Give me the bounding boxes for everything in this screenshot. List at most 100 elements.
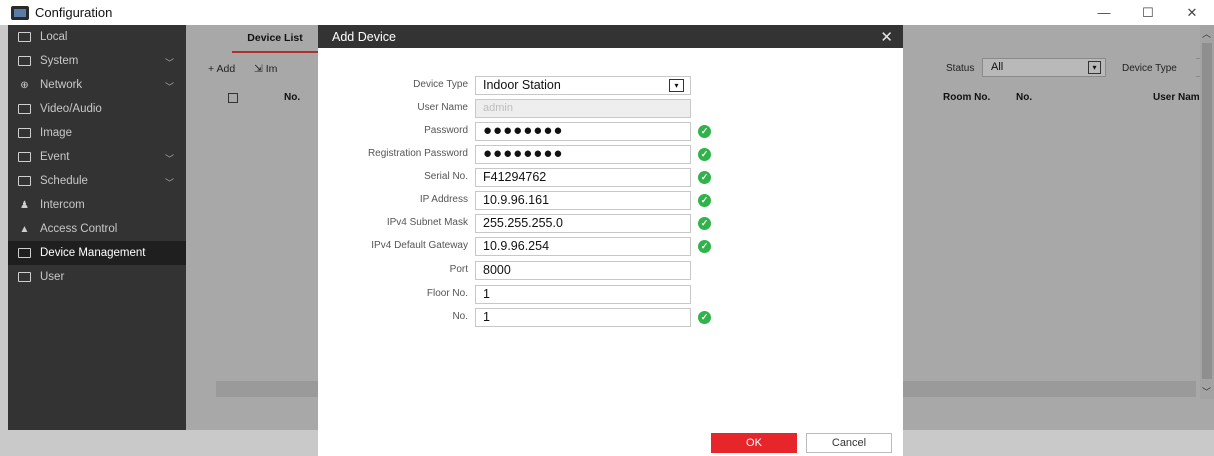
chevron-up-icon[interactable]: ︿ [1202, 27, 1211, 40]
sidebar-item-network[interactable]: ⊕ Network ﹀ [8, 73, 186, 97]
dialog-title: Add Device [332, 29, 396, 44]
check-circle-icon: ✓ [698, 194, 711, 207]
schedule-icon [18, 176, 31, 186]
form-row-ip-address: IP Address 10.9.96.161 ✓ [318, 191, 903, 210]
sidebar-item-label: Event [40, 151, 70, 163]
chevron-down-icon: ﹀ [164, 58, 174, 68]
check-circle-icon: ✓ [698, 311, 711, 324]
screen-icon [18, 56, 31, 66]
cancel-button[interactable]: Cancel [806, 433, 892, 453]
device-type-select[interactable]: Indoor Station ▾ [475, 76, 691, 95]
ip-address-label: IP Address [419, 194, 468, 205]
status-select-value: All [991, 61, 1004, 73]
globe-icon: ⊕ [20, 79, 29, 91]
chevron-down-icon: ﹀ [164, 154, 174, 164]
registration-password-label: Registration Password [367, 148, 468, 159]
chevron-down-icon: ▾ [669, 79, 684, 92]
form-row-serial-no: Serial No. F41294762 ✓ [318, 168, 903, 187]
no-field[interactable]: 1 [475, 308, 691, 327]
monitor-icon [18, 272, 31, 282]
sidebar-item-label: Schedule [40, 175, 88, 187]
user-name-label: User Name [417, 102, 468, 113]
device-type-filter-label: Device Type [1122, 63, 1177, 74]
image-icon [18, 128, 31, 138]
column-no: No. [284, 92, 301, 103]
import-button[interactable]: ⇲ Im [254, 63, 277, 75]
user-name-field: admin [475, 99, 691, 118]
sidebar-item-event[interactable]: Event ﹀ [8, 145, 186, 169]
ok-button[interactable]: OK [711, 433, 797, 453]
device-type-value: Indoor Station [483, 78, 561, 92]
tab-device-list[interactable]: Device List [232, 25, 318, 53]
close-icon[interactable]: ✕ [880, 28, 893, 46]
password-field[interactable]: ●●●●●●●● [475, 122, 691, 141]
check-circle-icon: ✓ [698, 125, 711, 138]
add-device-dialog: Add Device ✕ Device Type Indoor Station … [318, 25, 903, 456]
window-title: Configuration [35, 5, 113, 20]
form-row-subnet-mask: IPv4 Subnet Mask 255.255.255.0 ✓ [318, 214, 903, 233]
minimize-button[interactable]: — [1082, 0, 1126, 25]
floor-no-label: Floor No. [426, 288, 468, 299]
chevron-down-icon: ▾ [1088, 61, 1101, 74]
form-row-user-name: User Name admin [318, 99, 903, 118]
serial-no-field[interactable]: F41294762 [475, 168, 691, 187]
sidebar-item-label: Video/Audio [40, 103, 102, 115]
password-label: Password [424, 125, 468, 136]
monitor-icon [18, 32, 31, 42]
sidebar-item-device-management[interactable]: Device Management [8, 241, 186, 265]
column-room-no: Room No. [943, 92, 991, 103]
status-select[interactable]: All ▾ [982, 58, 1106, 77]
registration-password-field[interactable]: ●●●●●●●● [475, 145, 691, 164]
no-label: No. [452, 311, 468, 322]
chevron-down-icon: ﹀ [164, 82, 174, 92]
add-button[interactable]: + Add [208, 63, 235, 75]
sidebar-item-intercom[interactable]: ♟ Intercom [8, 193, 186, 217]
port-field[interactable]: 8000 [475, 261, 691, 280]
form-row-device-type: Device Type Indoor Station ▾ [318, 76, 903, 95]
chevron-down-icon[interactable]: ﹀ [1202, 385, 1211, 398]
check-circle-icon: ✓ [698, 240, 711, 253]
default-gateway-label: IPv4 Default Gateway [371, 240, 468, 251]
sidebar-item-label: Device Management [40, 247, 146, 259]
dialog-footer: OK Cancel [318, 430, 903, 456]
form-row-registration-password: Registration Password ●●●●●●●● ✓ [318, 145, 903, 164]
window-titlebar: Configuration — ☐ ✕ [0, 0, 1214, 25]
calendar-icon [18, 152, 31, 162]
device-type-label: Device Type [413, 79, 468, 90]
status-label: Status [946, 63, 975, 74]
sidebar-item-user[interactable]: User [8, 265, 186, 289]
select-all-checkbox[interactable] [228, 93, 238, 103]
subnet-mask-field[interactable]: 255.255.255.0 [475, 214, 691, 233]
floor-no-field[interactable]: 1 [475, 285, 691, 304]
form-row-floor-no: Floor No. 1 [318, 285, 903, 304]
sidebar-item-video-audio[interactable]: Video/Audio [8, 97, 186, 121]
sidebar-item-system[interactable]: System ﹀ [8, 49, 186, 73]
check-circle-icon: ✓ [698, 171, 711, 184]
ip-address-field[interactable]: 10.9.96.161 [475, 191, 691, 210]
vertical-scrollbar[interactable]: ︿ ﹀ [1200, 25, 1214, 399]
monitor-icon [18, 248, 31, 258]
sidebar-item-schedule[interactable]: Schedule ﹀ [8, 169, 186, 193]
column-user-name: User Name [1153, 92, 1206, 103]
chevron-down-icon: ﹀ [164, 178, 174, 188]
column-no-2: No. [1016, 92, 1033, 103]
sidebar-item-access-control[interactable]: ▲ Access Control [8, 217, 186, 241]
sidebar-item-local[interactable]: Local [8, 25, 186, 49]
subnet-mask-label: IPv4 Subnet Mask [386, 217, 468, 228]
form-row-port: Port 8000 [318, 261, 903, 280]
sidebar: Local System ﹀ ⊕ Network ﹀ Video/Audio I… [8, 25, 186, 430]
person-icon: ♟ [20, 199, 29, 211]
close-window-button[interactable]: ✕ [1170, 0, 1214, 25]
sidebar-item-label: Network [40, 79, 83, 91]
sidebar-item-label: Local [40, 31, 68, 43]
sidebar-item-image[interactable]: Image [8, 121, 186, 145]
maximize-button[interactable]: ☐ [1126, 0, 1170, 25]
scrollbar-thumb[interactable] [1202, 43, 1212, 379]
app-icon [11, 5, 29, 20]
default-gateway-field[interactable]: 10.9.96.254 [475, 237, 691, 256]
window-controls: — ☐ ✕ [1082, 0, 1214, 25]
sidebar-item-label: System [40, 55, 79, 67]
serial-no-label: Serial No. [424, 171, 468, 182]
sidebar-item-label: User [40, 271, 65, 283]
check-circle-icon: ✓ [698, 217, 711, 230]
